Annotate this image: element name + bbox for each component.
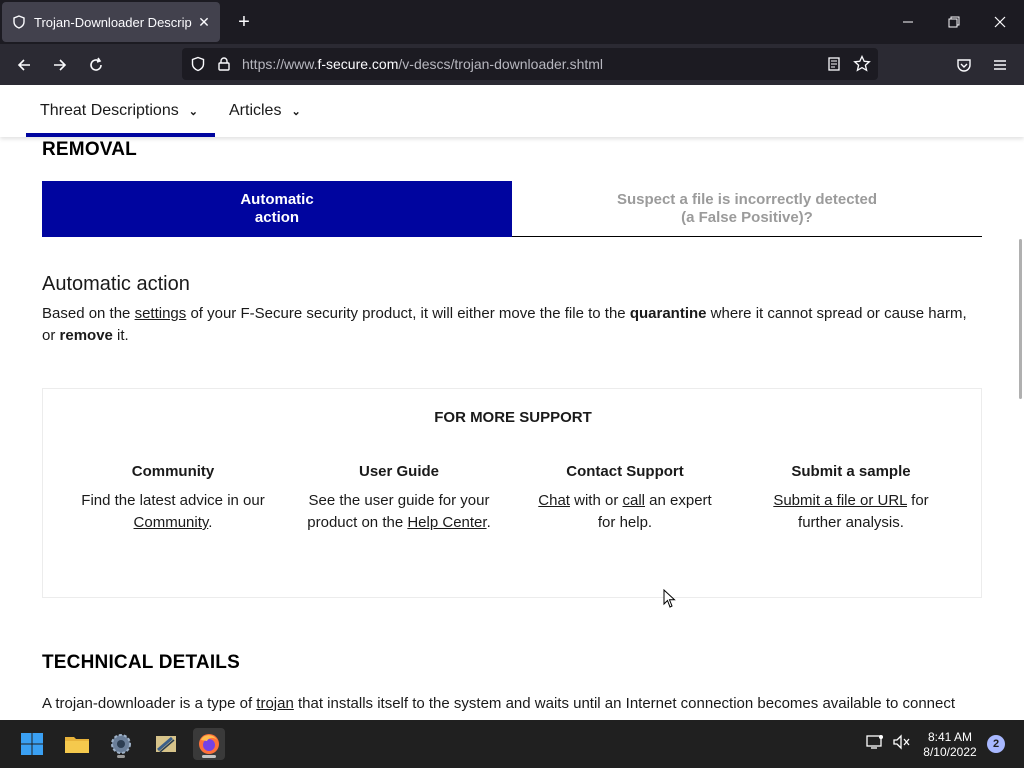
community-link[interactable]: Community	[134, 514, 209, 531]
lock-icon[interactable]	[214, 54, 234, 74]
url-text: https://www.f-secure.com/v-descs/trojan-…	[242, 56, 604, 72]
contact-support-text: Chat with or call an expert for help.	[538, 492, 712, 531]
trojan-link[interactable]: trojan	[256, 695, 294, 712]
file-explorer-icon[interactable]	[61, 728, 93, 760]
reload-icon[interactable]	[81, 50, 111, 80]
firefox-icon[interactable]	[193, 728, 225, 760]
chevron-down-icon: ⌄	[188, 105, 198, 118]
reader-view-icon[interactable]	[824, 54, 844, 74]
browser-toolbar: https://www.f-secure.com/v-descs/trojan-…	[0, 44, 1024, 85]
settings-gear-icon[interactable]	[105, 728, 137, 760]
python-idle-icon[interactable]	[150, 728, 182, 760]
removal-heading: REMOVAL	[42, 139, 137, 160]
address-bar[interactable]: https://www.f-secure.com/v-descs/trojan-…	[182, 48, 878, 80]
false-positive-tab-line1: Suspect a file is incorrectly detected	[616, 191, 878, 208]
site-navigation: Threat Descriptions ⌄ Articles ⌄	[0, 85, 1024, 137]
new-tab-icon[interactable]: +	[232, 10, 256, 34]
settings-link[interactable]: settings	[135, 305, 187, 322]
submit-file-link[interactable]: Submit a file or URL	[773, 492, 907, 509]
clock-time: 8:41 AM	[927, 730, 973, 744]
bookmark-star-icon[interactable]	[852, 54, 872, 74]
tab-title: Trojan-Downloader Description	[34, 14, 192, 30]
technical-details-heading: TECHNICAL DETAILS	[42, 652, 240, 673]
community-text: Find the latest advice in our Community.	[81, 492, 265, 531]
browser-tab[interactable]: Trojan-Downloader Description ✕	[2, 2, 220, 42]
nav-threat-descriptions[interactable]: Threat Descriptions ⌄	[40, 102, 198, 120]
call-link[interactable]: call	[622, 492, 645, 509]
minimize-icon[interactable]	[890, 6, 926, 38]
notification-badge[interactable]: 2	[987, 735, 1005, 753]
support-title: FOR MORE SUPPORT	[434, 409, 592, 426]
menu-hamburger-icon[interactable]	[985, 50, 1015, 80]
automatic-action-title: Automatic action	[42, 273, 190, 295]
system-clock[interactable]: 8:41 AM 8/10/2022	[920, 730, 980, 760]
pocket-icon[interactable]	[949, 50, 979, 80]
user-guide-title: User Guide	[358, 463, 440, 480]
shield-favicon-icon	[12, 15, 26, 29]
nav-articles-label: Articles	[229, 102, 282, 119]
network-icon[interactable]	[866, 734, 884, 753]
chevron-down-icon: ⌄	[291, 105, 301, 118]
windows-start-icon[interactable]	[16, 728, 48, 760]
mouse-cursor-icon	[663, 588, 677, 609]
nav-threat-descriptions-label: Threat Descriptions	[40, 102, 179, 119]
community-title: Community	[131, 463, 215, 480]
chat-link[interactable]: Chat	[538, 492, 570, 509]
running-indicator	[117, 755, 125, 758]
submit-sample-column: Submit a sample Submit a file or URL for…	[741, 463, 961, 534]
automatic-action-tab-line1: Automatic	[240, 191, 314, 208]
forward-arrow-icon[interactable]	[45, 50, 75, 80]
active-nav-indicator	[26, 133, 215, 137]
close-window-icon[interactable]	[982, 6, 1018, 38]
contact-support-column: Contact Support Chat with or call an exp…	[515, 463, 735, 534]
technical-details-text: A trojan-downloader is a type of trojan …	[42, 695, 956, 712]
support-box: FOR MORE SUPPORT Community Find the late…	[42, 388, 982, 598]
automatic-action-description: Based on the settings of your F-Secure s…	[42, 305, 967, 344]
volume-muted-icon[interactable]	[893, 734, 911, 753]
taskbar: 8:41 AM 8/10/2022 2	[0, 720, 1024, 768]
nav-articles[interactable]: Articles ⌄	[229, 102, 301, 120]
web-page: Threat Descriptions ⌄ Articles ⌄ REMOVAL…	[0, 85, 1024, 720]
automatic-action-tab-line2: action	[254, 209, 300, 226]
restore-icon[interactable]	[936, 6, 972, 38]
clock-date: 8/10/2022	[923, 745, 977, 759]
automatic-action-tab[interactable]: Automatic action	[42, 181, 512, 237]
active-indicator	[202, 755, 216, 758]
back-arrow-icon[interactable]	[9, 50, 39, 80]
help-center-link[interactable]: Help Center	[407, 514, 486, 531]
page-scrollbar[interactable]	[1019, 239, 1022, 399]
close-tab-icon[interactable]: ✕	[192, 10, 216, 34]
contact-support-title: Contact Support	[566, 463, 684, 480]
removal-option-toggle: Automatic action Suspect a file is incorr…	[42, 181, 982, 237]
submit-sample-title: Submit a sample	[791, 463, 911, 480]
user-guide-column: User Guide See the user guide for your p…	[289, 463, 509, 534]
browser-tab-bar: Trojan-Downloader Description ✕ +	[0, 0, 1024, 44]
false-positive-tab[interactable]: Suspect a file is incorrectly detected (a…	[512, 181, 982, 237]
false-positive-tab-line2: (a False Positive)?	[681, 209, 813, 226]
user-guide-text: See the user guide for your product on t…	[307, 492, 491, 531]
community-column: Community Find the latest advice in our …	[63, 463, 283, 534]
submit-sample-text: Submit a file or URL for further analysi…	[773, 492, 929, 531]
tracking-protection-shield-icon[interactable]	[188, 54, 208, 74]
